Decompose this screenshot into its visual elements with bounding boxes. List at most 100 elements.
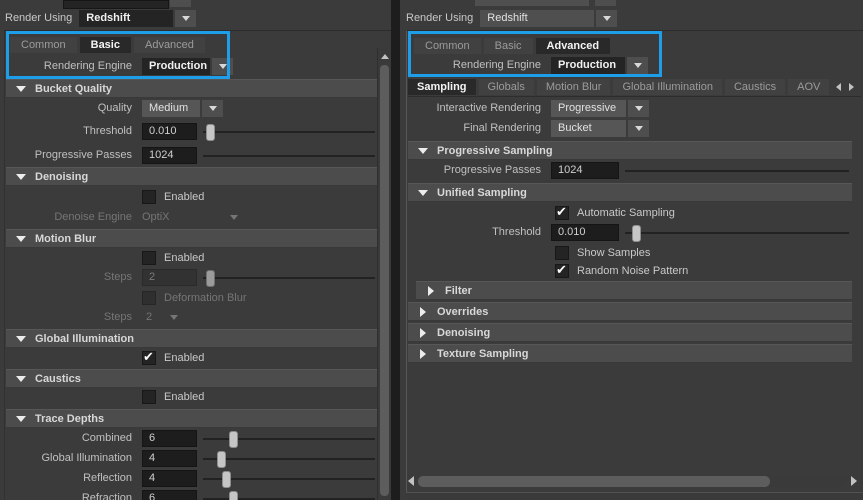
enabled-checkbox[interactable]: [142, 390, 156, 404]
horizontal-scrollbar[interactable]: [408, 474, 857, 488]
interactive-rendering-dropdown[interactable]: Progressive: [551, 99, 626, 117]
scroll-right-icon[interactable]: [851, 476, 857, 486]
tab-advanced[interactable]: Advanced: [535, 37, 611, 54]
scroll-up-icon[interactable]: [379, 50, 390, 62]
final-rendering-label: Final Rendering: [463, 122, 541, 134]
tab-basic[interactable]: Basic: [483, 37, 533, 54]
refraction-slider[interactable]: [203, 490, 375, 500]
gi-depth-input[interactable]: 4: [142, 449, 197, 467]
chevron-down-icon[interactable]: [627, 56, 648, 74]
expand-triangle-icon[interactable]: [425, 286, 437, 296]
tab-sampling[interactable]: Sampling: [408, 79, 476, 95]
scroll-left-icon[interactable]: [408, 476, 414, 486]
cropped-dropdown-arrow[interactable]: [170, 0, 191, 7]
enabled-checkbox[interactable]: [142, 349, 156, 365]
tab-global-illumination[interactable]: Global Illumination: [613, 79, 722, 95]
final-rendering-dropdown[interactable]: Bucket: [551, 119, 626, 137]
expand-triangle-icon[interactable]: [417, 349, 429, 359]
scroll-right-icon[interactable]: [849, 82, 854, 91]
rendering-engine-dropdown[interactable]: Production: [142, 57, 210, 75]
render-using-dropdown[interactable]: Redshift: [480, 9, 595, 27]
tab-caustics[interactable]: Caustics: [724, 79, 786, 95]
tab-aov[interactable]: AOV: [788, 79, 830, 95]
render-using-label: Render Using: [406, 12, 474, 24]
collapse-triangle-icon[interactable]: [417, 190, 429, 196]
cropped-dropdown[interactable]: [475, 0, 589, 6]
chevron-down-icon[interactable]: [212, 57, 233, 75]
enabled-checkbox[interactable]: [142, 190, 156, 204]
progressive-passes-slider[interactable]: [203, 148, 375, 163]
chevron-down-icon[interactable]: [628, 119, 649, 137]
automatic-sampling-checkbox[interactable]: [555, 204, 569, 220]
chevron-down-icon[interactable]: [202, 99, 223, 117]
collapse-triangle-icon[interactable]: [15, 86, 27, 92]
threshold-slider[interactable]: [203, 123, 375, 141]
slider-handle[interactable]: [216, 450, 226, 468]
section-unified-sampling[interactable]: Unified Sampling: [408, 183, 852, 202]
collapse-triangle-icon[interactable]: [15, 236, 27, 242]
progressive-passes-input[interactable]: 1024: [551, 161, 619, 179]
collapse-triangle-icon[interactable]: [417, 148, 429, 154]
chevron-down-icon[interactable]: [175, 9, 197, 27]
chevron-down-icon[interactable]: [628, 99, 649, 117]
gi-depth-slider[interactable]: [203, 450, 375, 468]
section-progressive-sampling[interactable]: Progressive Sampling: [408, 141, 852, 160]
random-noise-checkbox[interactable]: [555, 262, 569, 278]
combined-slider[interactable]: [203, 430, 375, 448]
chevron-down-icon: [230, 214, 238, 220]
section-global-illumination[interactable]: Global Illumination: [6, 329, 377, 348]
progressive-passes-slider[interactable]: [625, 163, 849, 178]
collapse-triangle-icon[interactable]: [15, 174, 27, 180]
cropped-dropdown-arrow[interactable]: [595, 0, 616, 6]
section-caustics[interactable]: Caustics: [6, 369, 377, 388]
collapse-triangle-icon[interactable]: [15, 376, 27, 382]
tab-common[interactable]: Common: [414, 37, 481, 54]
collapse-triangle-icon[interactable]: [15, 336, 27, 342]
vertical-scrollbar[interactable]: [377, 48, 391, 500]
section-bucket-quality[interactable]: Bucket Quality: [6, 79, 377, 98]
section-motion-blur[interactable]: Motion Blur: [6, 229, 377, 248]
render-using-dropdown[interactable]: Redshift: [79, 9, 174, 27]
section-trace-depths[interactable]: Trace Depths: [6, 409, 377, 428]
reflection-slider[interactable]: [203, 470, 375, 488]
section-filter[interactable]: Filter: [416, 281, 852, 300]
slider-handle[interactable]: [228, 490, 238, 500]
slider-handle[interactable]: [221, 470, 231, 488]
threshold-slider[interactable]: [625, 224, 849, 242]
tab-basic[interactable]: Basic: [79, 36, 131, 53]
threshold-input[interactable]: 0.010: [142, 122, 197, 140]
quality-dropdown[interactable]: Medium: [142, 99, 200, 117]
tab-common[interactable]: Common: [10, 36, 77, 53]
reflection-input[interactable]: 4: [142, 469, 197, 487]
slider-handle[interactable]: [206, 123, 216, 141]
scrollbar-thumb[interactable]: [380, 65, 389, 496]
refraction-input[interactable]: 6: [142, 489, 197, 500]
slider-handle[interactable]: [631, 224, 641, 242]
subtab-scroll-arrows: [829, 78, 859, 95]
enabled-checkbox[interactable]: [142, 251, 156, 265]
chevron-down-icon[interactable]: [596, 9, 618, 27]
expand-triangle-icon[interactable]: [417, 307, 429, 317]
gi-enabled-row: Enabled: [0, 349, 204, 367]
section-texture-sampling[interactable]: Texture Sampling: [408, 344, 852, 363]
rendering-engine-dropdown[interactable]: Production: [551, 56, 625, 74]
section-denoising[interactable]: Denoising: [408, 323, 852, 342]
threshold-input[interactable]: 0.010: [551, 223, 619, 241]
progressive-passes-input[interactable]: 1024: [142, 146, 197, 164]
combined-input[interactable]: 6: [142, 429, 197, 447]
scroll-left-icon[interactable]: [836, 82, 841, 91]
scrollbar-thumb[interactable]: [418, 475, 770, 487]
tab-globals[interactable]: Globals: [478, 79, 534, 95]
expand-triangle-icon[interactable]: [417, 328, 429, 338]
section-denoising[interactable]: Denoising: [6, 167, 377, 186]
collapse-triangle-icon[interactable]: [15, 416, 27, 422]
tab-motion-blur[interactable]: Motion Blur: [536, 79, 611, 95]
slider-handle[interactable]: [228, 430, 238, 448]
show-samples-checkbox[interactable]: [555, 246, 569, 260]
render-using-row: Render Using Redshift: [5, 9, 197, 27]
scrollbar-track[interactable]: [418, 475, 847, 487]
section-title: Texture Sampling: [437, 347, 529, 360]
section-overrides[interactable]: Overrides: [408, 302, 852, 321]
tab-advanced[interactable]: Advanced: [133, 36, 205, 53]
cropped-dropdown[interactable]: [63, 0, 169, 9]
